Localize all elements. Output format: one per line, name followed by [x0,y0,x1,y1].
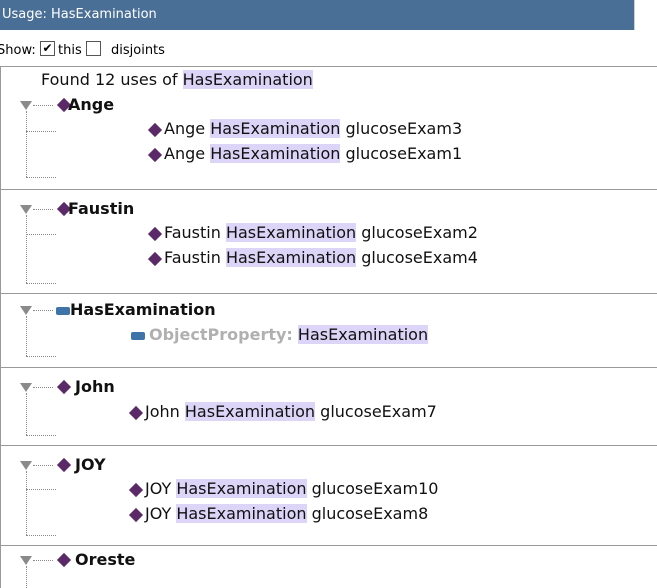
individual-diamond-icon [56,379,72,395]
property-text: HasExamination [210,119,341,138]
tree-group-ange: Ange Ange HasExamination glucoseExam3 An… [1,91,657,190]
object-text: glucoseExam2 [361,223,478,242]
tree-group-john: John John HasExamination glucoseExam7 [1,368,657,446]
object-text: glucoseExam4 [361,248,478,267]
usage-item[interactable]: Faustin HasExamination glucoseExam2 [164,223,478,242]
tree-connector [26,489,56,490]
property-text: HasExamination [225,248,357,267]
disjoints-label: disjoints [111,43,165,58]
individual-diamond-icon [147,251,163,267]
tree-group-faustin: Faustin Faustin HasExamination glucoseEx… [1,196,657,294]
individual-diamond-icon [147,226,163,242]
this-checkbox[interactable]: ✔ [40,41,55,56]
usage-item[interactable]: Ange HasExamination glucoseExam1 [164,144,462,163]
expand-twisty-icon[interactable] [20,383,32,392]
usage-item[interactable]: Faustin HasExamination glucoseExam4 [164,248,478,267]
tree-vertical-line [26,471,27,535]
tree-vertical-line [26,215,27,283]
subject-text: JOY [145,479,172,498]
tree-connector [26,177,56,178]
keyword-text: ObjectProperty: [149,325,293,344]
show-label: Show: [0,43,36,58]
tree-group-oreste: Oreste [1,546,657,588]
tree-connector [33,387,53,388]
usage-tree-panel: Found 12 uses of HasExamination Ange Ang… [0,66,657,588]
property-text: HasExamination [297,325,429,344]
tree-vertical-line [26,566,27,588]
expand-twisty-icon[interactable] [20,461,32,470]
found-prefix: Found 12 uses of [41,70,183,89]
found-header: Found 12 uses of HasExamination [41,70,313,89]
subject-text: Faustin [164,248,221,267]
this-label: this [58,43,82,58]
individual-diamond-icon [128,405,144,421]
group-title[interactable]: John [75,377,115,396]
expand-twisty-icon[interactable] [20,556,32,565]
group-title[interactable]: Ange [68,95,114,114]
usage-item[interactable]: JOY HasExamination glucoseExam8 [145,504,428,523]
usage-item[interactable]: JOY HasExamination glucoseExam10 [145,479,438,498]
tree-connector [26,234,56,235]
object-text: glucoseExam3 [345,119,463,138]
tree-connector [26,131,56,132]
subject-text: Ange [164,144,206,163]
usage-item[interactable]: Ange HasExamination glucoseExam3 [164,119,462,138]
group-title[interactable]: Oreste [75,550,135,569]
object-text: glucoseExam7 [320,402,437,421]
individual-diamond-icon [128,482,144,498]
subject-text: Faustin [164,223,221,242]
usage-title-bar: Usage: HasExamination [0,0,657,30]
object-text: glucoseExam10 [311,479,439,498]
usage-title: Usage: HasExamination [2,7,157,22]
tree-connector [33,465,53,466]
show-bar: Show: ✔ this disjoints [0,30,657,66]
tree-vertical-line [26,316,27,356]
expand-twisty-icon[interactable] [20,306,32,315]
tree-vertical-line [26,111,27,177]
tree-connector [26,535,56,536]
tree-vertical-line [26,393,27,435]
found-term: HasExamination [182,70,313,89]
property-text: HasExamination [184,402,316,421]
tree-group-joy: JOY JOY HasExamination glucoseExam10 JOY… [1,446,657,546]
tree-group-hasexamination: HasExamination ObjectProperty: HasExamin… [1,294,657,368]
property-text: HasExamination [176,504,307,523]
individual-diamond-icon [128,507,144,523]
property-text: HasExamination [176,479,307,498]
subject-text: JOY [145,504,172,523]
individual-diamond-icon [56,552,72,568]
tree-connector [33,310,53,311]
object-text: glucoseExam8 [311,504,429,523]
object-property-icon [56,307,70,315]
title-bar-corner [634,0,657,30]
subject-text: Ange [164,119,206,138]
property-text: HasExamination [210,144,341,163]
tree-connector [33,209,53,210]
expand-twisty-icon[interactable] [20,101,32,110]
object-text: glucoseExam1 [345,144,463,163]
group-title[interactable]: Faustin [68,199,134,218]
disjoints-checkbox[interactable] [86,41,101,56]
tree-connector [33,105,53,106]
object-property-icon [131,332,145,340]
individual-diamond-icon [147,147,163,163]
individual-diamond-icon [56,457,72,473]
subject-text: John [145,402,180,421]
tree-connector [26,283,56,284]
individual-diamond-icon [147,122,163,138]
group-title[interactable]: JOY [75,455,106,474]
usage-item[interactable]: John HasExamination glucoseExam7 [145,402,437,421]
tree-connector [33,560,53,561]
tree-connector [26,435,56,436]
tree-connector [26,356,56,357]
expand-twisty-icon[interactable] [20,205,32,214]
property-text: HasExamination [225,223,357,242]
group-title[interactable]: HasExamination [70,300,216,319]
usage-item[interactable]: ObjectProperty: HasExamination [149,325,429,344]
